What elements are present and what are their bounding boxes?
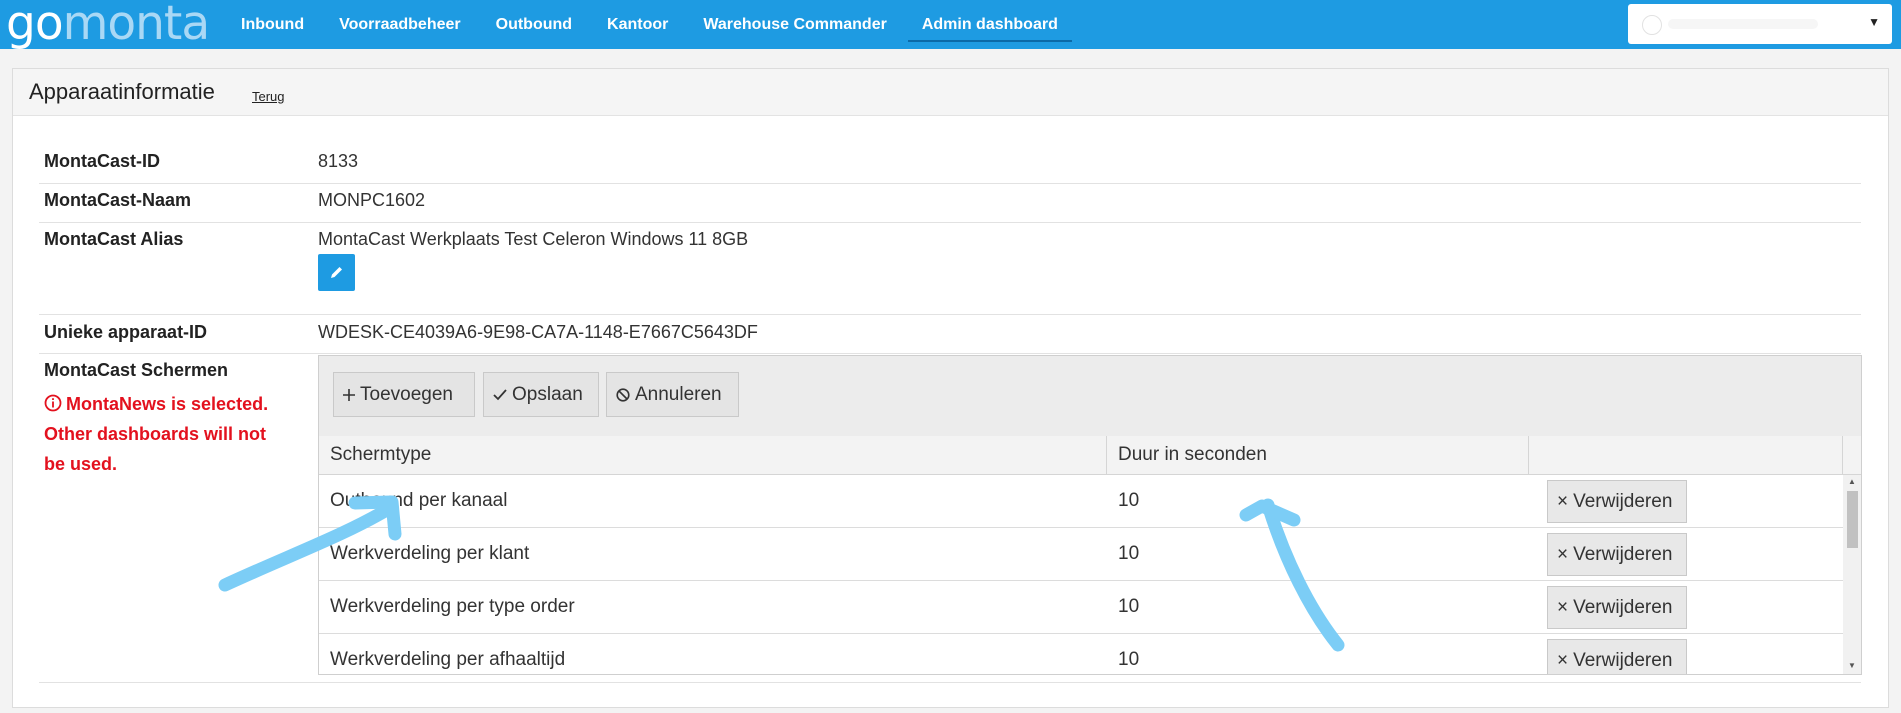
grid-scrollbar[interactable]: ▲ ▼ bbox=[1843, 475, 1861, 674]
avatar bbox=[1642, 15, 1662, 35]
row-montacast-id: MontaCast-ID 8133 bbox=[39, 145, 1861, 184]
logo-monta: monta bbox=[62, 0, 211, 51]
duration-cell: 10 bbox=[1118, 596, 1140, 617]
delete-button[interactable]: × Verwijderen bbox=[1547, 533, 1687, 576]
cancel-button[interactable]: Annuleren bbox=[606, 372, 739, 417]
row-montacast-alias: MontaCast Alias MontaCast Werkplaats Tes… bbox=[39, 223, 1861, 315]
device-info-panel: Apparaatinformatie Terug MontaCast-ID 81… bbox=[12, 68, 1889, 708]
montanews-warning: MontaNews is selected. Other dashboards … bbox=[44, 389, 289, 479]
ban-icon bbox=[616, 387, 630, 402]
grid-toolbar: Toevoegen Opslaan Annuleren bbox=[319, 356, 1861, 437]
table-row[interactable]: Werkverdeling per klant 10 × Verwijderen bbox=[319, 528, 1843, 581]
cancel-label: Annuleren bbox=[635, 383, 722, 405]
times-icon: × bbox=[1557, 649, 1569, 671]
pencil-icon bbox=[331, 267, 342, 278]
nav-kantoor[interactable]: Kantoor bbox=[593, 0, 682, 49]
montacast-id-label: MontaCast-ID bbox=[44, 151, 160, 171]
user-select[interactable]: ▼ bbox=[1628, 4, 1892, 44]
scroll-down-icon[interactable]: ▼ bbox=[1848, 661, 1856, 670]
delete-label: Verwijderen bbox=[1573, 543, 1673, 565]
table-row[interactable]: Werkverdeling per afhaaltijd 10 × Verwijd… bbox=[319, 634, 1843, 674]
times-icon: × bbox=[1557, 490, 1569, 512]
nav-admin-dashboard[interactable]: Admin dashboard bbox=[907, 0, 1072, 49]
edit-alias-button[interactable] bbox=[318, 254, 355, 291]
duration-cell: 10 bbox=[1118, 490, 1140, 511]
delete-button[interactable]: × Verwijderen bbox=[1547, 639, 1687, 674]
table-row[interactable]: Outbound per kanaal 10 × Verwijderen bbox=[319, 475, 1843, 528]
chevron-down-icon: ▼ bbox=[1868, 15, 1880, 29]
screen-type-cell: Werkverdeling per afhaaltijd bbox=[330, 649, 566, 670]
panel-header: Apparaatinformatie Terug bbox=[13, 69, 1888, 116]
screen-type-cell: Werkverdeling per type order bbox=[330, 596, 575, 617]
logo-go: go bbox=[6, 0, 64, 51]
column-actions bbox=[1529, 436, 1843, 474]
scroll-thumb[interactable] bbox=[1847, 491, 1858, 548]
delete-label: Verwijderen bbox=[1573, 649, 1673, 671]
duration-cell: 10 bbox=[1118, 543, 1140, 564]
warning-text: MontaNews is selected. Other dashboards … bbox=[44, 394, 269, 474]
montacast-alias-label: MontaCast Alias bbox=[44, 229, 184, 249]
column-duration[interactable]: Duur in seconden bbox=[1107, 436, 1529, 474]
nav-warehouse-commander[interactable]: Warehouse Commander bbox=[689, 0, 900, 49]
grid-header: Schermtype Duur in seconden bbox=[319, 436, 1861, 475]
add-label: Toevoegen bbox=[360, 383, 453, 405]
delete-button[interactable]: × Verwijderen bbox=[1547, 480, 1687, 523]
delete-label: Verwijderen bbox=[1573, 596, 1673, 618]
top-navbar: gomonta Inbound Voorraadbeheer Outbound … bbox=[0, 0, 1901, 51]
page-title: Apparaatinformatie bbox=[29, 79, 215, 104]
nav-outbound[interactable]: Outbound bbox=[482, 0, 586, 49]
row-montacast-name: MontaCast-Naam MONPC1602 bbox=[39, 184, 1861, 223]
montacast-name-label: MontaCast-Naam bbox=[44, 190, 192, 210]
montacast-id-value: 8133 bbox=[318, 151, 359, 171]
screens-grid: Toevoegen Opslaan Annuleren Schermtype D… bbox=[318, 355, 1862, 675]
check-icon bbox=[493, 388, 507, 401]
row-unique-device-id: Unieke apparaat-ID WDESK-CE4039A6-9E98-C… bbox=[39, 315, 1861, 354]
plus-icon bbox=[343, 388, 355, 401]
grid-body: Outbound per kanaal 10 × Verwijderen Werk… bbox=[319, 475, 1843, 674]
user-name-redacted bbox=[1668, 19, 1818, 29]
times-icon: × bbox=[1557, 596, 1569, 618]
montacast-alias-value: MontaCast Werkplaats Test Celeron Window… bbox=[318, 229, 749, 249]
montacast-screens-label: MontaCast Schermen bbox=[44, 360, 229, 380]
gomonta-logo[interactable]: gomonta bbox=[6, 0, 211, 54]
screen-type-cell: Outbound per kanaal bbox=[330, 490, 508, 511]
unique-device-id-value: WDESK-CE4039A6-9E98-CA7A-1148-E7667C5643… bbox=[318, 322, 758, 342]
screen-type-cell: Werkverdeling per klant bbox=[330, 543, 530, 564]
times-icon: × bbox=[1557, 543, 1569, 565]
unique-device-id-label: Unieke apparaat-ID bbox=[44, 322, 208, 342]
main-nav: Inbound Voorraadbeheer Outbound Kantoor … bbox=[227, 0, 1079, 49]
duration-cell: 10 bbox=[1118, 649, 1140, 670]
info-circle-icon bbox=[44, 394, 62, 412]
nav-voorraadbeheer[interactable]: Voorraadbeheer bbox=[325, 0, 475, 49]
delete-button[interactable]: × Verwijderen bbox=[1547, 586, 1687, 629]
delete-label: Verwijderen bbox=[1573, 490, 1673, 512]
add-screen-button[interactable]: Toevoegen bbox=[333, 372, 475, 417]
scroll-up-icon[interactable]: ▲ bbox=[1848, 477, 1856, 486]
montacast-name-value: MONPC1602 bbox=[318, 190, 426, 210]
save-button[interactable]: Opslaan bbox=[483, 372, 599, 417]
column-schermtype[interactable]: Schermtype bbox=[319, 436, 1107, 474]
nav-inbound[interactable]: Inbound bbox=[227, 0, 318, 49]
back-link[interactable]: Terug bbox=[252, 89, 285, 104]
table-row[interactable]: Werkverdeling per type order 10 × Verwijd… bbox=[319, 581, 1843, 634]
save-label: Opslaan bbox=[512, 383, 583, 405]
